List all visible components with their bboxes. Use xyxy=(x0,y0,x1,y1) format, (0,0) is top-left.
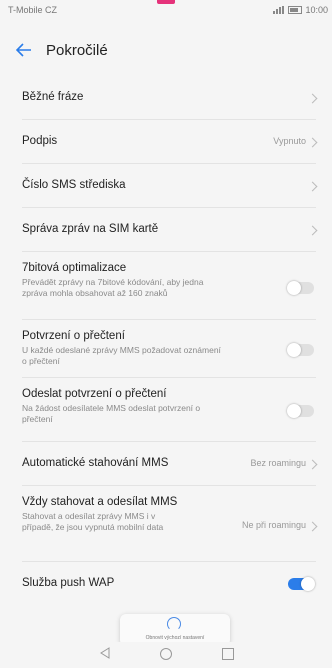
setting-label: Automatické stahování MMS xyxy=(22,457,169,469)
toggle-knob xyxy=(287,281,301,295)
navigation-bar xyxy=(0,642,332,668)
chevron-right-icon xyxy=(307,225,318,236)
setting-description: Stahovat a odesílat zprávy MMS i v přípa… xyxy=(22,511,164,532)
setting-common-phrases[interactable]: Běžné fráze xyxy=(22,76,318,120)
toggle-knob xyxy=(301,577,315,591)
status-icons: 10:00 xyxy=(273,5,328,15)
setting-send-read-receipt[interactable]: Odeslat potvrzení o přečtení Na žádost o… xyxy=(22,378,316,442)
chevron-right-icon xyxy=(307,521,318,532)
setting-label: Odeslat potvrzení o přečtení xyxy=(22,388,167,400)
toggle-knob xyxy=(287,343,301,357)
toast-message: Obnovit výchozí nastavení xyxy=(145,635,205,641)
spinner-icon xyxy=(167,617,181,631)
chevron-right-icon xyxy=(307,93,318,104)
wap-push-toggle[interactable] xyxy=(288,577,315,591)
7bit-toggle[interactable] xyxy=(287,281,314,295)
setting-label: Správa zpráv na SIM kartě xyxy=(22,223,159,235)
setting-value: Ne při roamingu xyxy=(241,520,306,530)
setting-description: Na žádost odesílatele MMS odeslat potvrz… xyxy=(22,403,201,424)
clock: 10:00 xyxy=(305,5,328,15)
setting-sms-center[interactable]: Číslo SMS střediska xyxy=(22,164,318,208)
carrier-label: T-Mobile CZ xyxy=(8,5,58,15)
signal-icon xyxy=(273,6,285,14)
setting-label: 7bitová optimalizace xyxy=(22,262,127,274)
setting-label: Běžné fráze xyxy=(22,91,84,103)
page-title: Pokročilé xyxy=(46,41,108,59)
setting-description: Převádět zprávy na 7bitové kódování, aby… xyxy=(22,277,204,298)
chevron-right-icon xyxy=(307,137,318,148)
status-bar: T-Mobile CZ 10:00 xyxy=(0,0,332,24)
back-arrow-icon xyxy=(16,43,31,57)
setting-signature[interactable]: Podpis Vypnuto xyxy=(22,120,318,164)
chevron-right-icon xyxy=(307,181,318,192)
setting-7bit-optimization[interactable]: 7bitová optimalizace Převádět zprávy na … xyxy=(22,252,316,320)
battery-icon xyxy=(288,6,303,14)
setting-value: Bez roamingu xyxy=(250,458,306,468)
chevron-right-icon xyxy=(307,459,318,470)
setting-label: Číslo SMS střediska xyxy=(22,179,126,191)
back-button[interactable] xyxy=(4,28,44,72)
settings-list: Běžné fráze Podpis Vypnuto Číslo SMS stř… xyxy=(0,76,332,608)
setting-sim-messages[interactable]: Správa zpráv na SIM kartě xyxy=(22,208,318,252)
nav-home-icon[interactable] xyxy=(160,648,172,660)
toggle-knob xyxy=(287,404,301,418)
setting-auto-mms[interactable]: Automatické stahování MMS Bez roamingu xyxy=(22,442,318,486)
setting-label: Podpis xyxy=(22,135,58,147)
setting-label: Potvrzení o přečtení xyxy=(22,330,125,342)
send-receipt-toggle[interactable] xyxy=(287,404,314,418)
setting-wap-push[interactable]: Služba push WAP xyxy=(22,562,316,608)
read-receipt-toggle[interactable] xyxy=(287,343,314,357)
setting-value: Vypnuto xyxy=(273,136,306,146)
setting-description: U každé odeslané zprávy MMS požadovat oz… xyxy=(22,345,221,366)
nav-back-icon[interactable] xyxy=(100,647,110,659)
setting-label: Služba push WAP xyxy=(22,577,115,589)
nav-recent-apps-icon[interactable] xyxy=(222,648,234,660)
setting-always-mms[interactable]: Vždy stahovat a odesílat MMS Stahovat a … xyxy=(22,486,318,562)
notification-indicator xyxy=(157,0,175,4)
setting-label: Vždy stahovat a odesílat MMS xyxy=(22,496,178,508)
app-header: Pokročilé xyxy=(0,28,332,72)
setting-read-receipt[interactable]: Potvrzení o přečtení U každé odeslané zp… xyxy=(22,320,316,378)
